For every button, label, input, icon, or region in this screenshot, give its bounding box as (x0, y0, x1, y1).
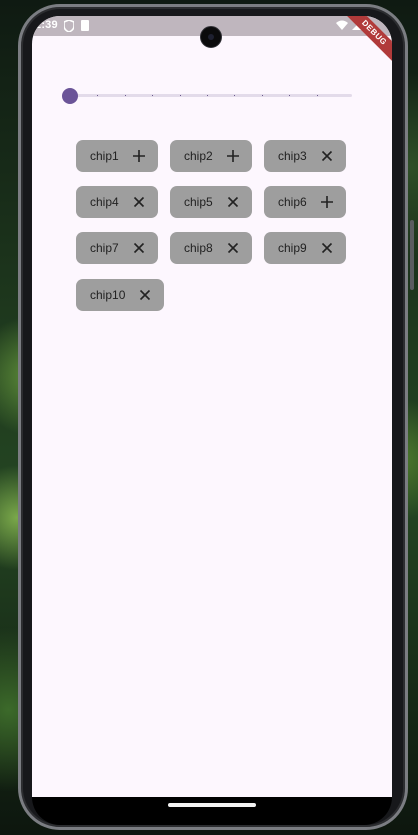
chip-label: chip6 (278, 195, 307, 209)
chip-label: chip3 (278, 149, 307, 163)
shield-icon (64, 20, 74, 32)
chip-7[interactable]: chip7 (76, 232, 158, 264)
close-icon[interactable] (132, 241, 146, 255)
chip-label: chip2 (184, 149, 213, 163)
slider-thumb[interactable] (62, 88, 78, 104)
chip-label: chip5 (184, 195, 213, 209)
slider-tick (289, 95, 291, 96)
chip-label: chip8 (184, 241, 213, 255)
slider[interactable] (62, 88, 352, 104)
slider-tick (124, 95, 126, 96)
chip-1[interactable]: chip1 (76, 140, 158, 172)
close-icon[interactable] (320, 149, 334, 163)
slider-tick (207, 95, 208, 96)
close-icon[interactable] (320, 241, 334, 255)
chip-label: chip10 (90, 288, 126, 302)
close-icon[interactable] (132, 195, 146, 209)
slider-tick (97, 95, 99, 96)
close-icon[interactable] (138, 288, 152, 302)
close-icon[interactable] (226, 195, 240, 209)
chip-9[interactable]: chip9 (264, 232, 346, 264)
slider-tick (234, 95, 236, 96)
navigation-bar (32, 797, 392, 825)
plus-icon[interactable] (320, 195, 334, 209)
status-time: 2:39 (35, 19, 58, 31)
front-camera (200, 26, 222, 48)
wifi-icon (336, 20, 348, 30)
chip-10[interactable]: chip10 (76, 279, 164, 311)
plus-icon[interactable] (132, 149, 146, 163)
chip-2[interactable]: chip2 (170, 140, 252, 172)
chip-5[interactable]: chip5 (170, 186, 252, 218)
chip-6[interactable]: chip6 (264, 186, 346, 218)
close-icon[interactable] (226, 241, 240, 255)
chip-label: chip1 (90, 149, 119, 163)
sim-card-icon (81, 20, 89, 31)
phone-side-button (410, 220, 414, 290)
app-screen: 2:39 DEBUG chip1 chip2 chip3 chip4 chip5 chip… (32, 16, 392, 797)
chip-8[interactable]: chip8 (170, 232, 252, 264)
chip-label: chip7 (90, 241, 119, 255)
slider-tick (179, 95, 181, 96)
slider-tick (261, 95, 263, 96)
plus-icon[interactable] (226, 149, 240, 163)
chip-label: chip9 (278, 241, 307, 255)
slider-tick (152, 95, 154, 96)
chip-label: chip4 (90, 195, 119, 209)
slider-tick (316, 95, 318, 96)
chip-4[interactable]: chip4 (76, 186, 158, 218)
chip-3[interactable]: chip3 (264, 140, 346, 172)
home-indicator[interactable] (168, 803, 256, 807)
